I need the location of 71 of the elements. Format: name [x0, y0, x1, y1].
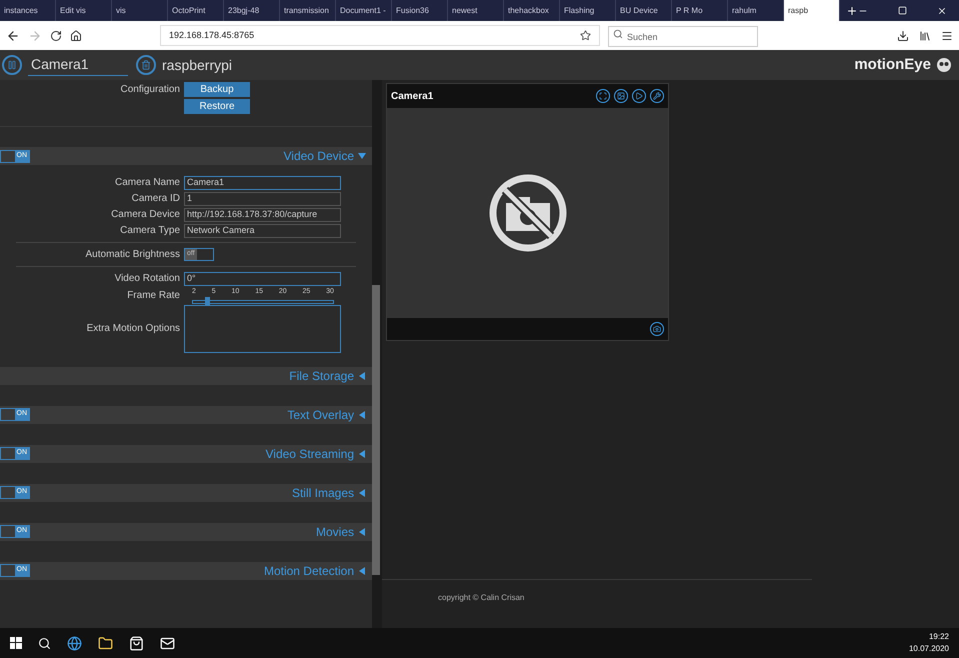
settings-button[interactable] — [650, 89, 664, 103]
fullscreen-icon — [599, 92, 607, 100]
home-icon[interactable] — [70, 30, 82, 42]
windows-start-icon[interactable] — [10, 637, 22, 649]
camera-select[interactable]: Camera1 — [28, 54, 128, 76]
section-title: Video Streaming — [266, 446, 354, 462]
section-title: Movies — [316, 524, 354, 540]
delete-button[interactable] — [136, 55, 156, 75]
field-label: Camera Device — [110, 208, 180, 222]
pause-icon — [7, 60, 17, 70]
play-button[interactable] — [632, 89, 646, 103]
field-label: Camera Name — [114, 176, 180, 190]
download-icon[interactable] — [897, 30, 909, 42]
star-icon[interactable] — [580, 30, 591, 41]
field-label: Camera ID — [130, 192, 180, 206]
new-tab-icon[interactable] — [846, 4, 858, 16]
field-label: Extra Motion Options — [86, 322, 180, 336]
section-title: Motion Detection — [264, 562, 354, 580]
browser-tab[interactable]: raspb — [784, 0, 840, 21]
slider-thumb[interactable] — [205, 296, 210, 306]
pause-button[interactable] — [2, 55, 22, 75]
folder-icon[interactable] — [98, 636, 113, 650]
text-field[interactable]: 1 — [184, 192, 341, 206]
address-bar[interactable]: 192.168.178.45:8765 — [160, 25, 600, 46]
field-label: Frame Rate — [126, 288, 180, 303]
mail-icon[interactable] — [160, 636, 175, 650]
close-icon[interactable] — [937, 6, 947, 16]
field-label: Camera Type — [119, 224, 180, 238]
search-icon — [613, 28, 623, 38]
picture-icon — [617, 92, 625, 100]
copyright-text: copyright © Calin Crisan — [438, 593, 524, 602]
config-button[interactable]: Backup — [184, 82, 250, 97]
field-label: Automatic Brightness — [84, 248, 180, 262]
snapshot-button[interactable] — [650, 322, 664, 336]
camera-title: Camera1 — [391, 90, 434, 104]
clock-date: 10.07.2020 — [908, 643, 949, 655]
no-camera-icon — [488, 173, 568, 253]
reload-icon[interactable] — [50, 30, 62, 42]
text-area[interactable] — [184, 304, 341, 352]
back-icon[interactable] — [6, 28, 20, 42]
section-title: Text Overlay — [287, 406, 354, 424]
wrench-icon — [653, 92, 661, 100]
text-field[interactable]: Camera1 — [184, 176, 341, 190]
config-button[interactable]: Restore — [184, 99, 250, 114]
maximize-icon[interactable] — [898, 6, 907, 15]
clock-time: 19:22 — [928, 631, 949, 643]
bag-icon[interactable] — [129, 636, 144, 650]
globe-icon[interactable] — [67, 636, 82, 650]
section-title: Video Device — [284, 148, 354, 165]
trash-icon — [141, 60, 151, 70]
search-field[interactable]: Suchen — [608, 26, 758, 47]
slider-track[interactable] — [192, 300, 334, 304]
owl-logo-icon — [937, 58, 951, 72]
section-header[interactable]: File Storage — [0, 366, 372, 384]
search-icon[interactable] — [38, 636, 51, 650]
text-field[interactable]: http://192.168.178.37:80/capture — [184, 208, 341, 222]
camera-icon — [653, 325, 661, 333]
play-icon — [635, 92, 643, 100]
host-name: raspberrypi — [162, 56, 232, 75]
section-title: File Storage — [289, 368, 354, 384]
fullscreen-button[interactable] — [596, 89, 610, 103]
brand-name: motionEye — [854, 54, 931, 75]
library-icon[interactable] — [919, 30, 931, 42]
section-title: Still Images — [292, 484, 354, 502]
text-field[interactable]: Network Camera — [184, 224, 341, 238]
field-label: Configuration — [120, 83, 180, 97]
scrollbar[interactable] — [372, 80, 382, 628]
text-field[interactable]: 0° — [184, 272, 341, 286]
field-label: Video Rotation — [114, 272, 180, 286]
menu-icon[interactable] — [941, 30, 953, 42]
picture-button[interactable] — [614, 89, 628, 103]
